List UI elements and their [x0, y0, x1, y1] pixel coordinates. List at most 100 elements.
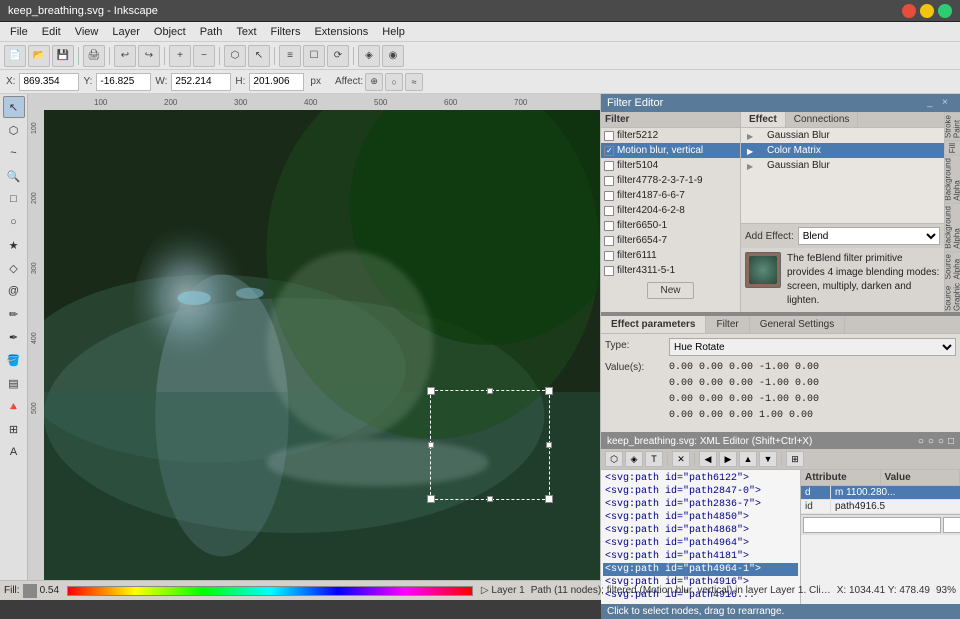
filter-checkbox-4311[interactable]: [604, 266, 614, 276]
xml-node-path4964-1[interactable]: <svg:path id="path4964-1">: [603, 563, 798, 576]
filter-checkbox-5104[interactable]: [604, 161, 614, 171]
filter-checkbox-6654[interactable]: [604, 236, 614, 246]
menu-object[interactable]: Object: [148, 24, 192, 40]
filter-item-6654[interactable]: filter6654-7: [601, 233, 740, 248]
maximize-button[interactable]: [938, 4, 952, 18]
affect-btn2[interactable]: ○: [385, 73, 403, 91]
tab-filter[interactable]: Filter: [706, 316, 749, 333]
color-palette[interactable]: [67, 586, 473, 596]
tab-effect-parameters[interactable]: Effect parameters: [601, 316, 706, 333]
xml-btn-text-new[interactable]: T: [645, 451, 663, 467]
filter-item-6650[interactable]: filter6650-1: [601, 218, 740, 233]
xml-node-path4181[interactable]: <svg:path id="path4181">: [603, 550, 798, 563]
select-button[interactable]: ↖: [248, 45, 270, 67]
rect-tool[interactable]: □: [3, 188, 25, 210]
filter-item-4311[interactable]: filter4311-5-1: [601, 263, 740, 278]
w-input[interactable]: [171, 73, 231, 91]
menu-filters[interactable]: Filters: [265, 24, 307, 40]
xml-attr-row-id[interactable]: id path4916.5: [801, 500, 960, 514]
affect-btn3[interactable]: ≈: [405, 73, 423, 91]
xml-btn-node-new[interactable]: ⬡: [605, 451, 623, 467]
pencil-tool[interactable]: ✏: [3, 303, 25, 325]
new-filter-button[interactable]: New: [647, 282, 693, 299]
filter-item-4187[interactable]: filter4187-6-6-7: [601, 188, 740, 203]
filter-checkbox-6111[interactable]: [604, 251, 614, 261]
close-button[interactable]: [902, 4, 916, 18]
xml-node-path2847[interactable]: <svg:path id="path2847-0">: [603, 485, 798, 498]
text-tool[interactable]: A: [3, 441, 25, 463]
filter-item-4204[interactable]: filter4204-6-2-8: [601, 203, 740, 218]
xml-btn-delete[interactable]: ✕: [672, 451, 690, 467]
xml-node-path2836[interactable]: <svg:path id="path2836-7">: [603, 498, 798, 511]
3d-tool[interactable]: ◇: [3, 257, 25, 279]
effect-color-matrix[interactable]: Color Matrix: [741, 143, 944, 158]
xml-attr-row-d[interactable]: d m 1100.280...: [801, 486, 960, 500]
y-input[interactable]: [96, 73, 151, 91]
menu-extensions[interactable]: Extensions: [308, 24, 374, 40]
effect-gaussian-blur-1[interactable]: Gaussian Blur: [741, 128, 944, 143]
calligraphy-tool[interactable]: ✒: [3, 326, 25, 348]
select-tool[interactable]: ↖: [3, 96, 25, 118]
xml-btn-prev[interactable]: ◀: [699, 451, 717, 467]
menu-view[interactable]: View: [69, 24, 105, 40]
stroke-button[interactable]: ◉: [382, 45, 404, 67]
xml-node-path4868[interactable]: <svg:path id="path4868">: [603, 524, 798, 537]
new-button[interactable]: 📄: [4, 45, 26, 67]
tweak-tool[interactable]: ~: [3, 142, 25, 164]
connector-tool[interactable]: ⊞: [3, 418, 25, 440]
undo-button[interactable]: ↩: [114, 45, 136, 67]
h-input[interactable]: [249, 73, 304, 91]
open-button[interactable]: 📂: [28, 45, 50, 67]
tab-effect[interactable]: Effect: [741, 112, 786, 127]
add-effect-select[interactable]: Blend ColorMatrix Composite GaussianBlur: [798, 227, 940, 245]
filter-item-4778[interactable]: filter4778-2-3-7-1-9: [601, 173, 740, 188]
menu-text[interactable]: Text: [230, 24, 262, 40]
zoom-in-button[interactable]: +: [169, 45, 191, 67]
filter-editor-minimize[interactable]: _: [927, 97, 939, 109]
effect-gaussian-blur-2[interactable]: Gaussian Blur: [741, 158, 944, 173]
xml-editor-icon1[interactable]: ○: [918, 436, 924, 447]
xml-btn-elem-new[interactable]: ◈: [625, 451, 643, 467]
group-button[interactable]: ☐: [303, 45, 325, 67]
tab-connections[interactable]: Connections: [786, 112, 859, 127]
xml-editor-icon3[interactable]: ○: [938, 436, 944, 447]
bucket-tool[interactable]: 🪣: [3, 349, 25, 371]
node-button[interactable]: ⬡: [224, 45, 246, 67]
xml-value-input[interactable]: [943, 517, 960, 533]
node-tool[interactable]: ⬡: [3, 119, 25, 141]
minimize-button[interactable]: [920, 4, 934, 18]
menu-edit[interactable]: Edit: [36, 24, 67, 40]
filter-item-6111[interactable]: filter6111: [601, 248, 740, 263]
spiral-tool[interactable]: @: [3, 280, 25, 302]
menu-help[interactable]: Help: [376, 24, 411, 40]
xml-editor-icon2[interactable]: ○: [928, 436, 934, 447]
star-tool[interactable]: ★: [3, 234, 25, 256]
circle-tool[interactable]: ○: [3, 211, 25, 233]
x-input[interactable]: [19, 73, 79, 91]
xml-editor-icon4[interactable]: □: [948, 436, 954, 447]
fill-button[interactable]: ◈: [358, 45, 380, 67]
filter-item-5212[interactable]: filter5212: [601, 128, 740, 143]
gradient-tool[interactable]: ▤: [3, 372, 25, 394]
redo-button[interactable]: ↪: [138, 45, 160, 67]
xml-node-path6122[interactable]: <svg:path id="path6122">: [603, 472, 798, 485]
xml-key-input[interactable]: [803, 517, 941, 533]
zoom-tool[interactable]: 🔍: [3, 165, 25, 187]
filter-item-motion-blur-vertical[interactable]: Motion blur, vertical: [601, 143, 740, 158]
menu-file[interactable]: File: [4, 24, 34, 40]
xml-tree[interactable]: <svg:path id="path6122"> <svg:path id="p…: [601, 470, 800, 604]
xml-btn-down[interactable]: ▼: [759, 451, 777, 467]
xml-node-path4850[interactable]: <svg:path id="path4850">: [603, 511, 798, 524]
filter-editor-close[interactable]: ×: [942, 97, 954, 109]
menu-path[interactable]: Path: [194, 24, 229, 40]
filter-checkbox-5212[interactable]: [604, 131, 614, 141]
filter-checkbox-4204[interactable]: [604, 206, 614, 216]
print-button[interactable]: 🖨: [83, 45, 105, 67]
transform-button[interactable]: ⟳: [327, 45, 349, 67]
xml-btn-up[interactable]: ▲: [739, 451, 757, 467]
affect-btn1[interactable]: ⊕: [365, 73, 383, 91]
xml-node-path4964[interactable]: <svg:path id="path4964">: [603, 537, 798, 550]
save-button[interactable]: 💾: [52, 45, 74, 67]
filter-checkbox-4187[interactable]: [604, 191, 614, 201]
menu-layer[interactable]: Layer: [106, 24, 146, 40]
